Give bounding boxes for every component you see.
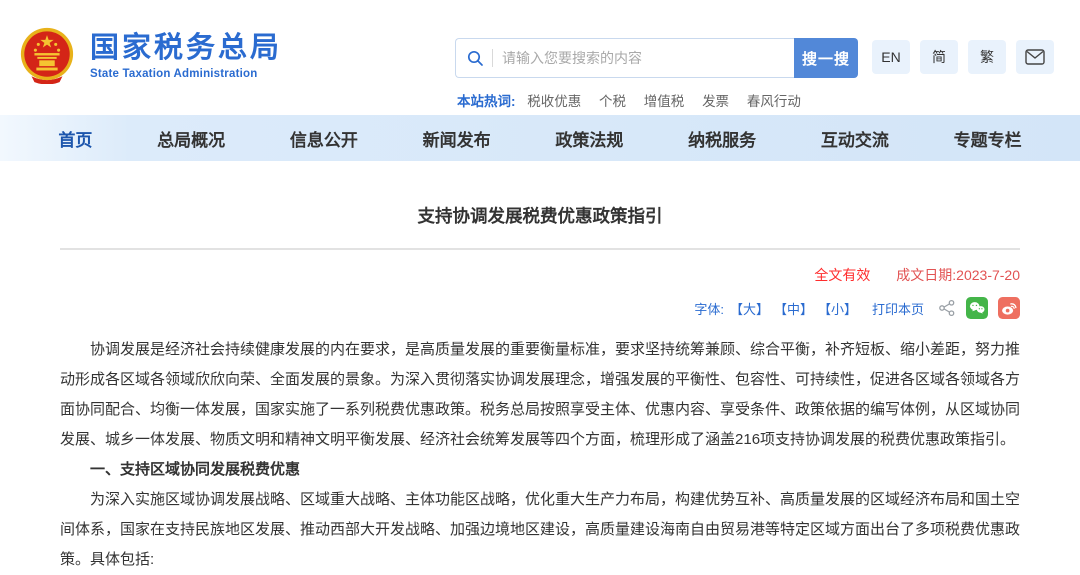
weibo-icon — [998, 297, 1020, 319]
search-area: 搜一搜 — [455, 38, 858, 78]
article-meta-status: 全文有效 成文日期:2023-7-20 — [60, 265, 1020, 285]
hot-word-link[interactable]: 税收优惠 — [527, 94, 581, 109]
lang-simplified-button[interactable]: 简 — [920, 40, 958, 74]
nav-item-home[interactable]: 首页 — [58, 126, 92, 151]
article-content: 支持协调发展税费优惠政策指引 全文有效 成文日期:2023-7-20 字体: 【… — [0, 203, 1080, 575]
article-body: 协调发展是经济社会持续健康发展的内在要求，是高质量发展的重要衡量标准，要求坚持统… — [60, 335, 1020, 575]
site-logo[interactable]: 国家税务总局 State Taxation Administration — [18, 26, 282, 84]
article-toolbar: 字体: 【大】 【中】 【小】 打印本页 — [60, 297, 1020, 319]
search-input-wrap — [455, 38, 794, 78]
font-small-button[interactable]: 【小】 — [818, 299, 857, 318]
wechat-icon — [966, 297, 988, 319]
nav-item-overview[interactable]: 总局概况 — [157, 126, 225, 151]
hot-words-bar: 本站热词: 税收优惠 个税 增值税 发票 春风行动 — [457, 90, 815, 110]
article-title: 支持协调发展税费优惠政策指引 — [60, 203, 1020, 250]
font-large-button[interactable]: 【大】 — [730, 299, 769, 318]
paragraph: 协调发展是经济社会持续健康发展的内在要求，是高质量发展的重要衡量标准，要求坚持统… — [60, 335, 1020, 455]
nav-item-special-topics[interactable]: 专题专栏 — [954, 126, 1022, 151]
nav-item-info-disclosure[interactable]: 信息公开 — [290, 126, 358, 151]
brand-text: 国家税务总局 State Taxation Administration — [90, 31, 282, 80]
validity-badge: 全文有效 — [814, 267, 870, 283]
share-button[interactable] — [938, 299, 956, 317]
print-page-button[interactable]: 打印本页 — [872, 299, 924, 318]
site-title-cn: 国家税务总局 — [90, 31, 282, 65]
paragraph: 为深入实施区域协调发展战略、区域重大战略、主体功能区战略，优化重大生产力布局，构… — [60, 485, 1020, 575]
weibo-share-button[interactable] — [998, 297, 1020, 319]
main-nav: 首页 总局概况 信息公开 新闻发布 政策法规 纳税服务 互动交流 专题专栏 — [0, 115, 1080, 161]
nav-item-tax-service[interactable]: 纳税服务 — [688, 126, 756, 151]
national-emblem-icon — [18, 26, 76, 84]
site-header: 国家税务总局 State Taxation Administration 搜一搜… — [0, 0, 1080, 115]
envelope-icon — [1025, 49, 1045, 65]
search-input[interactable] — [502, 50, 784, 66]
search-box: 搜一搜 — [455, 38, 858, 78]
nav-item-policy[interactable]: 政策法规 — [555, 126, 623, 151]
language-switcher: EN 简 繁 — [872, 40, 1054, 74]
nav-item-interaction[interactable]: 互动交流 — [821, 126, 889, 151]
search-icon — [466, 49, 484, 67]
search-divider — [492, 49, 493, 67]
hot-word-link[interactable]: 春风行动 — [747, 94, 801, 109]
hot-word-link[interactable]: 发票 — [702, 94, 729, 109]
site-title-en: State Taxation Administration — [90, 68, 282, 80]
lang-traditional-button[interactable]: 繁 — [968, 40, 1006, 74]
hot-words-label: 本站热词: — [457, 94, 516, 109]
share-nodes-icon — [938, 299, 956, 317]
lang-en-button[interactable]: EN — [872, 40, 910, 74]
font-medium-button[interactable]: 【中】 — [774, 299, 813, 318]
search-button[interactable]: 搜一搜 — [794, 38, 858, 78]
nav-item-news[interactable]: 新闻发布 — [423, 126, 491, 151]
document-date: 成文日期:2023-7-20 — [896, 267, 1020, 283]
wechat-share-button[interactable] — [966, 297, 988, 319]
font-size-label: 字体: — [694, 299, 724, 318]
hot-word-link[interactable]: 增值税 — [644, 94, 685, 109]
section-heading: 一、支持区域协同发展税费优惠 — [60, 455, 1020, 485]
hot-word-link[interactable]: 个税 — [599, 94, 626, 109]
mail-button[interactable] — [1016, 40, 1054, 74]
